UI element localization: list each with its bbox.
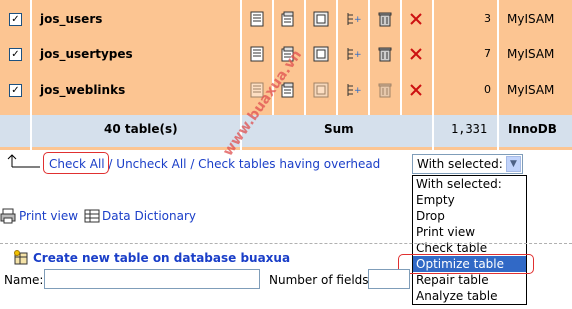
browse-icon[interactable] [249,11,265,27]
summary-table-count: 40 table(s) [104,122,178,136]
row-checkbox[interactable]: ✓ [9,84,22,97]
select-arrow-icon [7,154,40,168]
dictionary-icon[interactable] [84,208,100,224]
row-engine: MyISAM [507,47,555,61]
create-table-title: Create new table on database buaxua [33,251,291,265]
drop-icon[interactable] [408,82,424,98]
create-table-section: Create new table on database buaxua [0,248,572,270]
with-selected-dropdown: With selected: Empty Drop Print view Che… [412,175,527,305]
table-name-input[interactable] [44,269,260,289]
row-engine: MyISAM [507,12,555,26]
chevron-down-icon[interactable]: ▼ [506,156,521,172]
svg-text:+: + [354,86,361,96]
column-divider [400,0,402,115]
structure-icon[interactable] [281,11,297,27]
column-divider [432,0,434,150]
with-selected-value: With selected: [417,157,503,171]
drop-icon[interactable] [408,11,424,27]
table-name[interactable]: jos_users [40,12,102,26]
option-print-view[interactable]: Print view [413,224,526,240]
insert-icon[interactable]: + [345,82,361,98]
print-view-link[interactable]: Print view [19,209,78,223]
option-analyze-table[interactable]: Analyze table [413,288,526,304]
option-repair-table[interactable]: Repair table [413,272,526,288]
search-icon[interactable] [313,11,329,27]
empty-icon [378,83,392,98]
with-selected-select[interactable]: With selected: ▼ [412,154,523,174]
option-drop[interactable]: Drop [413,208,526,224]
insert-icon[interactable]: + [345,11,361,27]
table-row: ✓ jos_users + 3 MyISAM [0,2,572,37]
summary-label: Sum [324,122,354,136]
drop-icon[interactable] [408,46,424,62]
row-checkbox[interactable]: ✓ [9,13,22,26]
row-engine: MyISAM [507,83,555,97]
row-checkbox[interactable]: ✓ [9,48,22,61]
table-name[interactable]: jos_usertypes [40,47,133,61]
search-icon [313,82,329,98]
row-count: 7 [484,47,491,60]
column-divider [30,0,32,150]
option-with-selected[interactable]: With selected: [413,176,526,192]
link-separator: / [186,157,199,171]
name-label: Name: [4,273,44,287]
empty-icon[interactable] [377,46,393,62]
row-count: 3 [484,12,491,25]
summary-total: 1,331 [451,122,488,136]
svg-text:+: + [354,50,361,60]
data-dictionary-link[interactable]: Data Dictionary [102,209,196,223]
svg-text:+: + [354,15,361,25]
new-table-icon [14,250,28,265]
search-icon[interactable] [313,46,329,62]
browse-icon[interactable] [249,46,265,62]
fields-label: Number of fields: [269,273,373,287]
row-count: 0 [484,83,491,96]
printer-icon[interactable] [0,208,16,224]
table-name[interactable]: jos_weblinks [40,83,125,97]
summary-row: 40 table(s) Sum 1,331 InnoDB [0,115,572,147]
option-empty[interactable]: Empty [413,192,526,208]
section-divider [0,243,572,244]
fields-count-input[interactable] [368,269,410,289]
column-divider [368,0,370,115]
summary-engine: InnoDB [508,122,557,136]
check-overhead-link[interactable]: Check tables having overhead [198,157,380,171]
column-divider [497,0,499,150]
check-all-annotation [43,152,109,174]
empty-icon[interactable] [377,11,393,27]
column-divider [336,0,338,115]
insert-icon[interactable]: + [345,46,361,62]
uncheck-all-link[interactable]: Uncheck All [116,157,186,171]
